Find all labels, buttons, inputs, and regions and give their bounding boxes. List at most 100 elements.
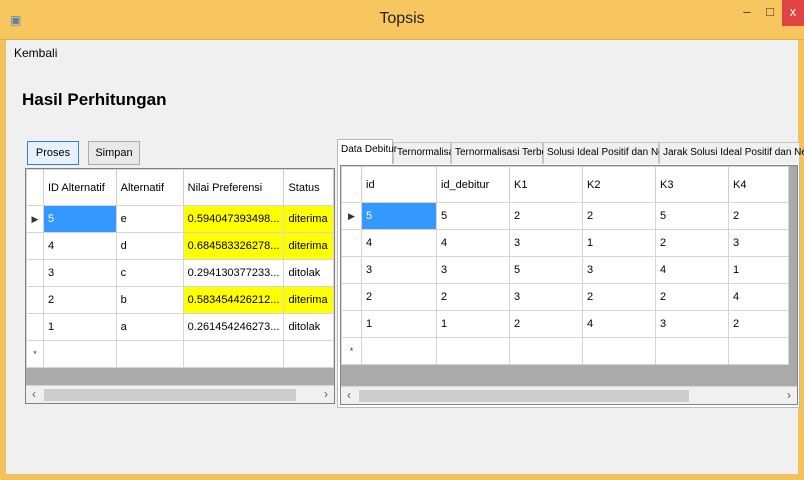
- table-cell[interactable]: 5: [361, 202, 437, 230]
- row-header[interactable]: [341, 310, 362, 338]
- column-header[interactable]: Nilai Preferensi: [182, 169, 285, 206]
- table-cell[interactable]: b: [115, 286, 184, 314]
- maximize-button[interactable]: □: [759, 0, 781, 26]
- column-header[interactable]: Alternatif: [115, 169, 184, 206]
- table-cell[interactable]: 2: [509, 310, 583, 338]
- table-cell[interactable]: 3: [436, 256, 510, 284]
- table-cell[interactable]: e: [115, 205, 184, 233]
- table-cell[interactable]: diterima: [283, 286, 334, 314]
- table-cell[interactable]: 2: [655, 229, 729, 257]
- tab-data-debitur[interactable]: Data Debitur: [337, 139, 397, 164]
- column-header[interactable]: Status: [283, 169, 334, 206]
- table-row[interactable]: 3 3 5 3 4 1: [341, 256, 789, 284]
- table-cell[interactable]: 5: [436, 202, 510, 230]
- row-header[interactable]: [26, 259, 44, 287]
- table-cell[interactable]: 2: [728, 202, 789, 230]
- table-cell[interactable]: 4: [728, 283, 789, 311]
- table-cell[interactable]: 2: [42, 286, 117, 314]
- table-cell[interactable]: ditolak: [283, 313, 334, 341]
- table-cell[interactable]: [283, 340, 334, 368]
- table-cell[interactable]: a: [115, 313, 184, 341]
- table-cell[interactable]: 4: [582, 310, 656, 338]
- table-cell[interactable]: 4: [436, 229, 510, 257]
- table-cell[interactable]: 4: [655, 256, 729, 284]
- table-cell[interactable]: diterima: [283, 232, 334, 260]
- table-row[interactable]: 1 1 2 4 3 2: [341, 310, 789, 338]
- table-cell[interactable]: 2: [655, 283, 729, 311]
- column-header[interactable]: K4: [728, 166, 789, 203]
- table-cell[interactable]: 5: [655, 202, 729, 230]
- table-row[interactable]: 2 b 0.583454426212... diterima: [26, 286, 334, 314]
- table-cell[interactable]: 0.261454246273...: [182, 313, 285, 341]
- table-cell[interactable]: [582, 337, 656, 365]
- table-cell[interactable]: 1: [361, 310, 437, 338]
- scroll-thumb[interactable]: [359, 390, 689, 402]
- new-row[interactable]: *: [341, 337, 789, 365]
- table-cell[interactable]: 1: [728, 256, 789, 284]
- title-bar[interactable]: ▣ Topsis – □ x: [0, 0, 804, 40]
- row-header[interactable]: [341, 229, 362, 257]
- table-cell[interactable]: d: [115, 232, 184, 260]
- close-button[interactable]: x: [782, 0, 804, 26]
- table-row[interactable]: ▶ 5 5 2 2 5 2: [341, 202, 789, 230]
- table-row[interactable]: 4 d 0.684583326278... diterima: [26, 232, 334, 260]
- table-row[interactable]: ▶ 5 e 0.594047393498... diterima: [26, 205, 334, 233]
- menu-kembali[interactable]: Kembali: [14, 46, 57, 60]
- row-header[interactable]: [341, 283, 362, 311]
- table-cell[interactable]: 4: [361, 229, 437, 257]
- table-cell[interactable]: [728, 337, 789, 365]
- table-cell[interactable]: 0.594047393498...: [182, 205, 285, 233]
- table-cell[interactable]: 1: [582, 229, 656, 257]
- table-cell[interactable]: [42, 340, 117, 368]
- horizontal-scrollbar[interactable]: ‹ ›: [341, 386, 797, 404]
- row-header[interactable]: [26, 232, 44, 260]
- scroll-left-icon[interactable]: ‹: [26, 386, 42, 403]
- column-header[interactable]: K1: [509, 166, 583, 203]
- table-cell[interactable]: [115, 340, 184, 368]
- debitur-grid[interactable]: id id_debitur K1 K2 K3 K4 ▶ 5 5 2 2 5 2 …: [340, 165, 798, 405]
- table-row[interactable]: 2 2 3 2 2 4: [341, 283, 789, 311]
- horizontal-scrollbar[interactable]: ‹ ›: [26, 385, 334, 403]
- table-cell[interactable]: [509, 337, 583, 365]
- table-cell[interactable]: ditolak: [283, 259, 334, 287]
- table-cell[interactable]: 2: [582, 202, 656, 230]
- table-cell[interactable]: 3: [509, 229, 583, 257]
- table-cell[interactable]: c: [115, 259, 184, 287]
- table-cell[interactable]: 5: [509, 256, 583, 284]
- results-grid[interactable]: ID Alternatif Alternatif Nilai Preferens…: [25, 168, 335, 404]
- table-cell[interactable]: 3: [42, 259, 117, 287]
- table-row[interactable]: 4 4 3 1 2 3: [341, 229, 789, 257]
- tab-solusi-ideal[interactable]: Solusi Ideal Positif dan Negatif: [543, 142, 683, 164]
- scroll-right-icon[interactable]: ›: [781, 387, 797, 404]
- table-cell[interactable]: 2: [582, 283, 656, 311]
- table-cell[interactable]: 0.684583326278...: [182, 232, 285, 260]
- scroll-thumb[interactable]: [44, 389, 296, 401]
- proses-button[interactable]: Proses: [27, 141, 79, 165]
- current-row-indicator-icon[interactable]: ▶: [26, 205, 44, 233]
- table-row[interactable]: 3 c 0.294130377233... ditolak: [26, 259, 334, 287]
- table-cell[interactable]: 0.294130377233...: [182, 259, 285, 287]
- table-cell[interactable]: 2: [361, 283, 437, 311]
- table-cell[interactable]: 3: [728, 229, 789, 257]
- new-row-icon[interactable]: *: [26, 340, 44, 368]
- new-row[interactable]: *: [26, 340, 334, 368]
- row-header[interactable]: [26, 313, 44, 341]
- row-header[interactable]: [341, 256, 362, 284]
- table-cell[interactable]: diterima: [283, 205, 334, 233]
- table-cell[interactable]: [182, 340, 285, 368]
- tab-ternormalisasi-terbobot[interactable]: Ternormalisasi Terbobot: [451, 142, 561, 164]
- column-header[interactable]: ID Alternatif: [42, 169, 117, 206]
- table-cell[interactable]: [436, 337, 510, 365]
- table-cell[interactable]: 1: [436, 310, 510, 338]
- table-cell[interactable]: [361, 337, 437, 365]
- table-cell[interactable]: 2: [728, 310, 789, 338]
- scroll-right-icon[interactable]: ›: [318, 386, 334, 403]
- table-cell[interactable]: 2: [509, 202, 583, 230]
- table-row[interactable]: 1 a 0.261454246273... ditolak: [26, 313, 334, 341]
- column-header[interactable]: K3: [655, 166, 729, 203]
- current-row-indicator-icon[interactable]: ▶: [341, 202, 362, 230]
- table-cell[interactable]: 2: [436, 283, 510, 311]
- table-cell[interactable]: 4: [42, 232, 117, 260]
- column-header[interactable]: K2: [582, 166, 656, 203]
- table-cell[interactable]: 3: [582, 256, 656, 284]
